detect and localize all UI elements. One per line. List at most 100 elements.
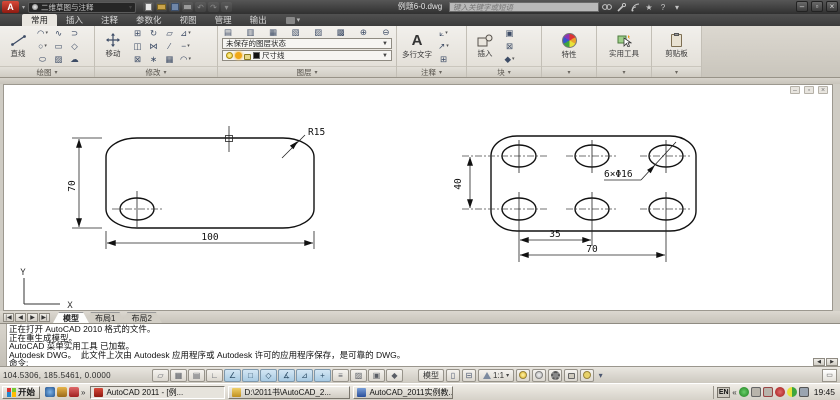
revision-cloud-button[interactable]: ☁: [68, 53, 81, 65]
quick-view-layouts-button[interactable]: ▯: [446, 368, 460, 382]
layer-prev-button[interactable]: ▦: [267, 27, 279, 37]
utilities-button[interactable]: 实用工具: [607, 34, 641, 59]
help-icon[interactable]: ?: [657, 2, 669, 12]
taskbar-item-folder[interactable]: D:\2011书\AutoCAD_2...: [228, 385, 351, 399]
otrack-toggle[interactable]: ∡: [278, 368, 295, 382]
polygon-button[interactable]: ◇: [68, 40, 81, 52]
panel-properties-title[interactable]: ▾: [542, 66, 596, 77]
insert-block-button[interactable]: 插入: [470, 34, 500, 59]
drawing-area[interactable]: – ▫ × 70 100 R15 40 35 70 6×Φ16 Y X: [3, 84, 833, 311]
taskbar-item-document[interactable]: AutoCAD_2011实例教...: [353, 385, 454, 399]
copy-button[interactable]: ⊞: [131, 27, 144, 39]
layer-unisolate-button[interactable]: ▨: [312, 27, 324, 37]
grid-toggle[interactable]: ▤: [188, 368, 205, 382]
layer-color-swatch[interactable]: [253, 52, 260, 59]
layer-properties-button[interactable]: ▤: [222, 27, 234, 37]
new-file-button[interactable]: [143, 2, 155, 12]
help-caret-icon[interactable]: ▾: [671, 2, 683, 12]
minimize-button[interactable]: –: [796, 1, 808, 12]
polyline-button[interactable]: ∿: [52, 27, 65, 39]
tab-output[interactable]: 输出: [241, 14, 276, 26]
annotation-visibility-button[interactable]: [516, 368, 531, 382]
layer-state-dropdown[interactable]: 未保存的图层状态 ▼: [222, 38, 392, 49]
move-button[interactable]: 移动: [98, 33, 128, 59]
doc-close-button[interactable]: ×: [818, 86, 828, 94]
tray-security-icon[interactable]: [774, 387, 785, 397]
quicklaunch-media-icon[interactable]: [69, 387, 80, 397]
plot-button[interactable]: [182, 2, 194, 12]
favorites-star-icon[interactable]: ★: [643, 2, 655, 12]
layer-off-button[interactable]: ⊖: [380, 27, 392, 37]
quick-properties-toggle[interactable]: ▣: [368, 368, 385, 382]
layer-match-button[interactable]: ▥: [245, 27, 257, 37]
tray-collapse-chevron[interactable]: «: [732, 388, 736, 397]
dimension-button[interactable]: ⟀ ▾: [437, 27, 450, 39]
undo-button[interactable]: ↶: [195, 2, 207, 12]
polar-toggle[interactable]: ∠: [224, 368, 241, 382]
extend-button[interactable]: − ▾: [179, 40, 192, 52]
restore-button[interactable]: ▫: [811, 1, 823, 12]
last-layout-button[interactable]: ▶|: [39, 313, 50, 322]
quicklaunch-explorer-icon[interactable]: [57, 387, 68, 397]
next-layout-button[interactable]: ▶: [27, 313, 38, 322]
doc-restore-button[interactable]: ▫: [804, 86, 814, 94]
panel-block-title[interactable]: 块 ▾: [467, 66, 541, 77]
command-window-grip[interactable]: [0, 324, 7, 366]
prev-layout-button[interactable]: ◀: [15, 313, 26, 322]
scroll-left-button[interactable]: ◀: [813, 358, 825, 366]
erase-button[interactable]: ⊠: [131, 53, 144, 65]
tab-layout2[interactable]: 布局2: [121, 312, 161, 323]
layer-bulb-icon[interactable]: [226, 52, 233, 59]
layer-freeze-button[interactable]: ▩: [335, 27, 347, 37]
search-binoculars-icon[interactable]: [601, 2, 613, 12]
edit-block-button[interactable]: ⊠: [503, 40, 516, 52]
current-layer-dropdown[interactable]: 尺寸线 ▼: [222, 50, 392, 61]
tray-display-icon[interactable]: [798, 387, 809, 397]
table-button[interactable]: ⊞: [437, 53, 450, 65]
toolbar-lock-button[interactable]: [564, 368, 579, 382]
selection-cycling-toggle[interactable]: ◆: [386, 368, 403, 382]
trim-button[interactable]: ⁄: [163, 40, 176, 52]
command-window[interactable]: 正在打开 AutoCAD 2010 格式的文件。 正在重生成模型。 AutoCA…: [0, 323, 840, 367]
dyn-toggle[interactable]: +: [314, 368, 331, 382]
statusbar-menu-caret[interactable]: ▾: [596, 369, 605, 382]
ducs-toggle[interactable]: ⊿: [296, 368, 313, 382]
transparency-toggle[interactable]: ▨: [350, 368, 367, 382]
taskbar-item-autocad[interactable]: AutoCAD 2011 - [例...: [90, 385, 226, 399]
properties-button[interactable]: 特性: [554, 32, 584, 60]
save-button[interactable]: [169, 2, 181, 12]
panel-layers-title[interactable]: 图层 ▾: [218, 66, 396, 77]
app-menu-caret-icon[interactable]: ▾: [22, 4, 25, 11]
layer-lock-icon[interactable]: [244, 53, 251, 60]
clipboard-button[interactable]: 剪贴板: [662, 32, 692, 59]
annotation-autoscale-button[interactable]: [532, 368, 547, 382]
redo-button[interactable]: ↷: [208, 2, 220, 12]
close-button[interactable]: ×: [826, 1, 838, 12]
array-button[interactable]: ▦: [163, 53, 176, 65]
workspace-switch-button[interactable]: [548, 368, 563, 382]
search-input[interactable]: [449, 2, 599, 12]
ribbon-state-button[interactable]: ▾: [285, 14, 300, 26]
exchange-wrench-icon[interactable]: [615, 2, 627, 12]
start-button[interactable]: 开始: [2, 385, 41, 399]
arc-button[interactable]: ◠ ▾: [36, 27, 49, 39]
tab-layout1[interactable]: 布局1: [85, 312, 125, 323]
tab-view[interactable]: 视图: [171, 14, 206, 26]
coordinate-display[interactable]: 104.5306, 185.5461, 0.0000: [3, 371, 151, 380]
communication-center-icon[interactable]: [629, 2, 641, 12]
stretch-button[interactable]: ▱: [163, 27, 176, 39]
scroll-right-button[interactable]: ▶: [826, 358, 838, 366]
autocad-app-menu-icon[interactable]: A: [2, 1, 19, 13]
tab-model[interactable]: 模型: [53, 312, 89, 323]
undo-draw-button[interactable]: ⊃: [68, 27, 81, 39]
status-tray-button[interactable]: [580, 368, 595, 382]
lineweight-toggle[interactable]: ≡: [332, 368, 349, 382]
tab-home[interactable]: 常用: [22, 14, 58, 26]
mtext-button[interactable]: A 多行文字: [400, 33, 434, 60]
quick-view-drawings-button[interactable]: ⊟: [462, 368, 476, 382]
ortho-toggle[interactable]: ∟: [206, 368, 223, 382]
quicklaunch-overflow-chevron[interactable]: »: [81, 388, 85, 397]
fillet-button[interactable]: ◠ ▾: [179, 53, 192, 65]
osnap3d-toggle[interactable]: ◇: [260, 368, 277, 382]
line-button[interactable]: 直线: [3, 34, 33, 59]
